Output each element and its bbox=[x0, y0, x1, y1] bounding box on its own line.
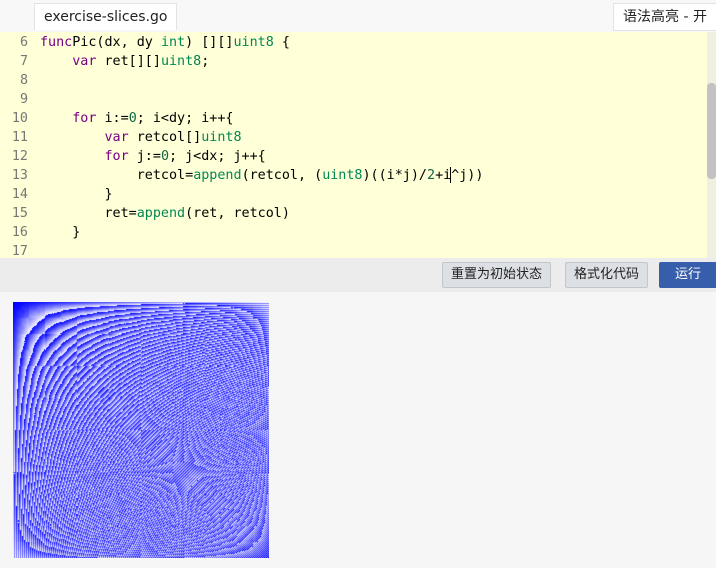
line-number: 12 bbox=[11, 149, 28, 164]
code-line[interactable]: 13 retcol=append(retcol, (uint8)((i*j)/2… bbox=[0, 166, 716, 185]
code-text: funcPic(dx, dy int) [][]uint8 { bbox=[40, 33, 290, 52]
code-line[interactable]: 8 bbox=[0, 71, 716, 90]
code-token: { bbox=[273, 35, 290, 50]
code-token: for bbox=[104, 149, 129, 164]
code-token: } bbox=[40, 225, 81, 240]
line-number: 11 bbox=[11, 130, 28, 145]
code-line[interactable]: 15 ret=append(ret, retcol) bbox=[0, 204, 716, 223]
code-text: } bbox=[40, 223, 80, 242]
code-line[interactable]: 10 for i:=0; i<dy; i++{ bbox=[0, 109, 716, 128]
scrollbar-thumb[interactable] bbox=[707, 83, 716, 179]
code-token: func bbox=[40, 35, 73, 50]
code-token: ; j<dx; j++{ bbox=[169, 149, 266, 164]
line-number: 7 bbox=[19, 54, 28, 69]
code-token: int bbox=[160, 35, 186, 50]
output-panel bbox=[0, 292, 716, 568]
code-text: var retcol[]uint8 bbox=[40, 128, 242, 147]
code-token: } bbox=[40, 187, 113, 202]
line-number: 17 bbox=[11, 244, 28, 258]
line-number: 15 bbox=[11, 206, 28, 221]
code-editor[interactable]: 6 funcPic(dx, dy int) [][]uint8 {7 var re… bbox=[0, 32, 716, 258]
format-button[interactable]: 格式化代码 bbox=[565, 262, 649, 288]
code-token: var bbox=[72, 54, 97, 69]
code-token: append bbox=[193, 168, 242, 183]
code-token: 2 bbox=[427, 168, 436, 183]
code-token: (ret, retcol) bbox=[185, 206, 290, 221]
code-token: for bbox=[72, 111, 97, 126]
code-token: ^j)) bbox=[451, 168, 484, 183]
code-token: 0 bbox=[160, 149, 169, 164]
code-line[interactable]: 9 bbox=[0, 90, 716, 109]
code-line[interactable]: 17 bbox=[0, 242, 716, 258]
line-number: 13 bbox=[11, 168, 28, 183]
code-token: i:= bbox=[96, 111, 129, 126]
toolbar: 重置为初始状态 格式化代码 运行 bbox=[0, 258, 716, 292]
code-text: for i:=0; i<dy; i++{ bbox=[40, 109, 234, 128]
code-token: +i bbox=[435, 168, 452, 183]
code-line[interactable]: 7 var ret[][]uint8; bbox=[0, 52, 716, 71]
code-token: ; bbox=[201, 54, 210, 69]
file-tab[interactable]: exercise-slices.go bbox=[34, 3, 178, 30]
code-token: append bbox=[136, 206, 186, 221]
code-token: ret[][] bbox=[96, 54, 161, 69]
code-line[interactable]: 6 funcPic(dx, dy int) [][]uint8 { bbox=[0, 33, 716, 52]
code-token: j:= bbox=[128, 149, 161, 164]
code-token: retcol= bbox=[40, 168, 194, 183]
syntax-highlight-label: 语法高亮 - 开 bbox=[623, 9, 707, 25]
code-token: retcol[] bbox=[128, 130, 202, 145]
code-line[interactable]: 12 for j:=0; j<dx; j++{ bbox=[0, 147, 716, 166]
line-number: 6 bbox=[19, 35, 28, 50]
code-token: ret= bbox=[40, 206, 137, 221]
syntax-highlight-toggle[interactable]: 语法高亮 - 开 bbox=[613, 3, 716, 31]
code-token: 0 bbox=[128, 111, 137, 126]
code-token: Pic(dx, dy bbox=[72, 35, 161, 50]
tab-bar: exercise-slices.go 语法高亮 - 开 bbox=[0, 0, 716, 32]
reset-button[interactable]: 重置为初始状态 bbox=[442, 262, 552, 288]
code-line[interactable]: 14 } bbox=[0, 185, 716, 204]
code-token: uint8 bbox=[322, 168, 363, 183]
code-text: retcol=append(retcol, (uint8)((i*j)/2+i^… bbox=[40, 166, 483, 185]
code-token: ) [][] bbox=[185, 35, 234, 50]
line-number: 10 bbox=[11, 111, 28, 126]
code-text: } bbox=[40, 185, 113, 204]
code-token: uint8 bbox=[160, 54, 202, 69]
line-number: 9 bbox=[19, 92, 28, 107]
code-token: )((i*j)/ bbox=[362, 168, 428, 183]
code-token: uint8 bbox=[201, 130, 242, 145]
output-image bbox=[13, 302, 269, 558]
code-text: ret=append(ret, retcol) bbox=[40, 204, 290, 223]
code-token: uint8 bbox=[233, 35, 274, 50]
editor-scrollbar[interactable] bbox=[707, 32, 716, 258]
line-number: 8 bbox=[19, 73, 28, 88]
line-number: 14 bbox=[11, 187, 28, 202]
file-tab-label: exercise-slices.go bbox=[44, 9, 168, 25]
code-line[interactable]: 16 } bbox=[0, 223, 716, 242]
code-token: ; i<dy; i++{ bbox=[136, 111, 234, 126]
code-text: var ret[][]uint8; bbox=[40, 52, 209, 71]
code-text: for j:=0; j<dx; j++{ bbox=[40, 147, 266, 166]
run-button[interactable]: 运行 bbox=[659, 262, 716, 288]
code-token: var bbox=[104, 130, 129, 145]
code-token: (retcol, ( bbox=[241, 168, 323, 183]
line-number: 16 bbox=[11, 225, 28, 240]
code-line[interactable]: 11 var retcol[]uint8 bbox=[0, 128, 716, 147]
